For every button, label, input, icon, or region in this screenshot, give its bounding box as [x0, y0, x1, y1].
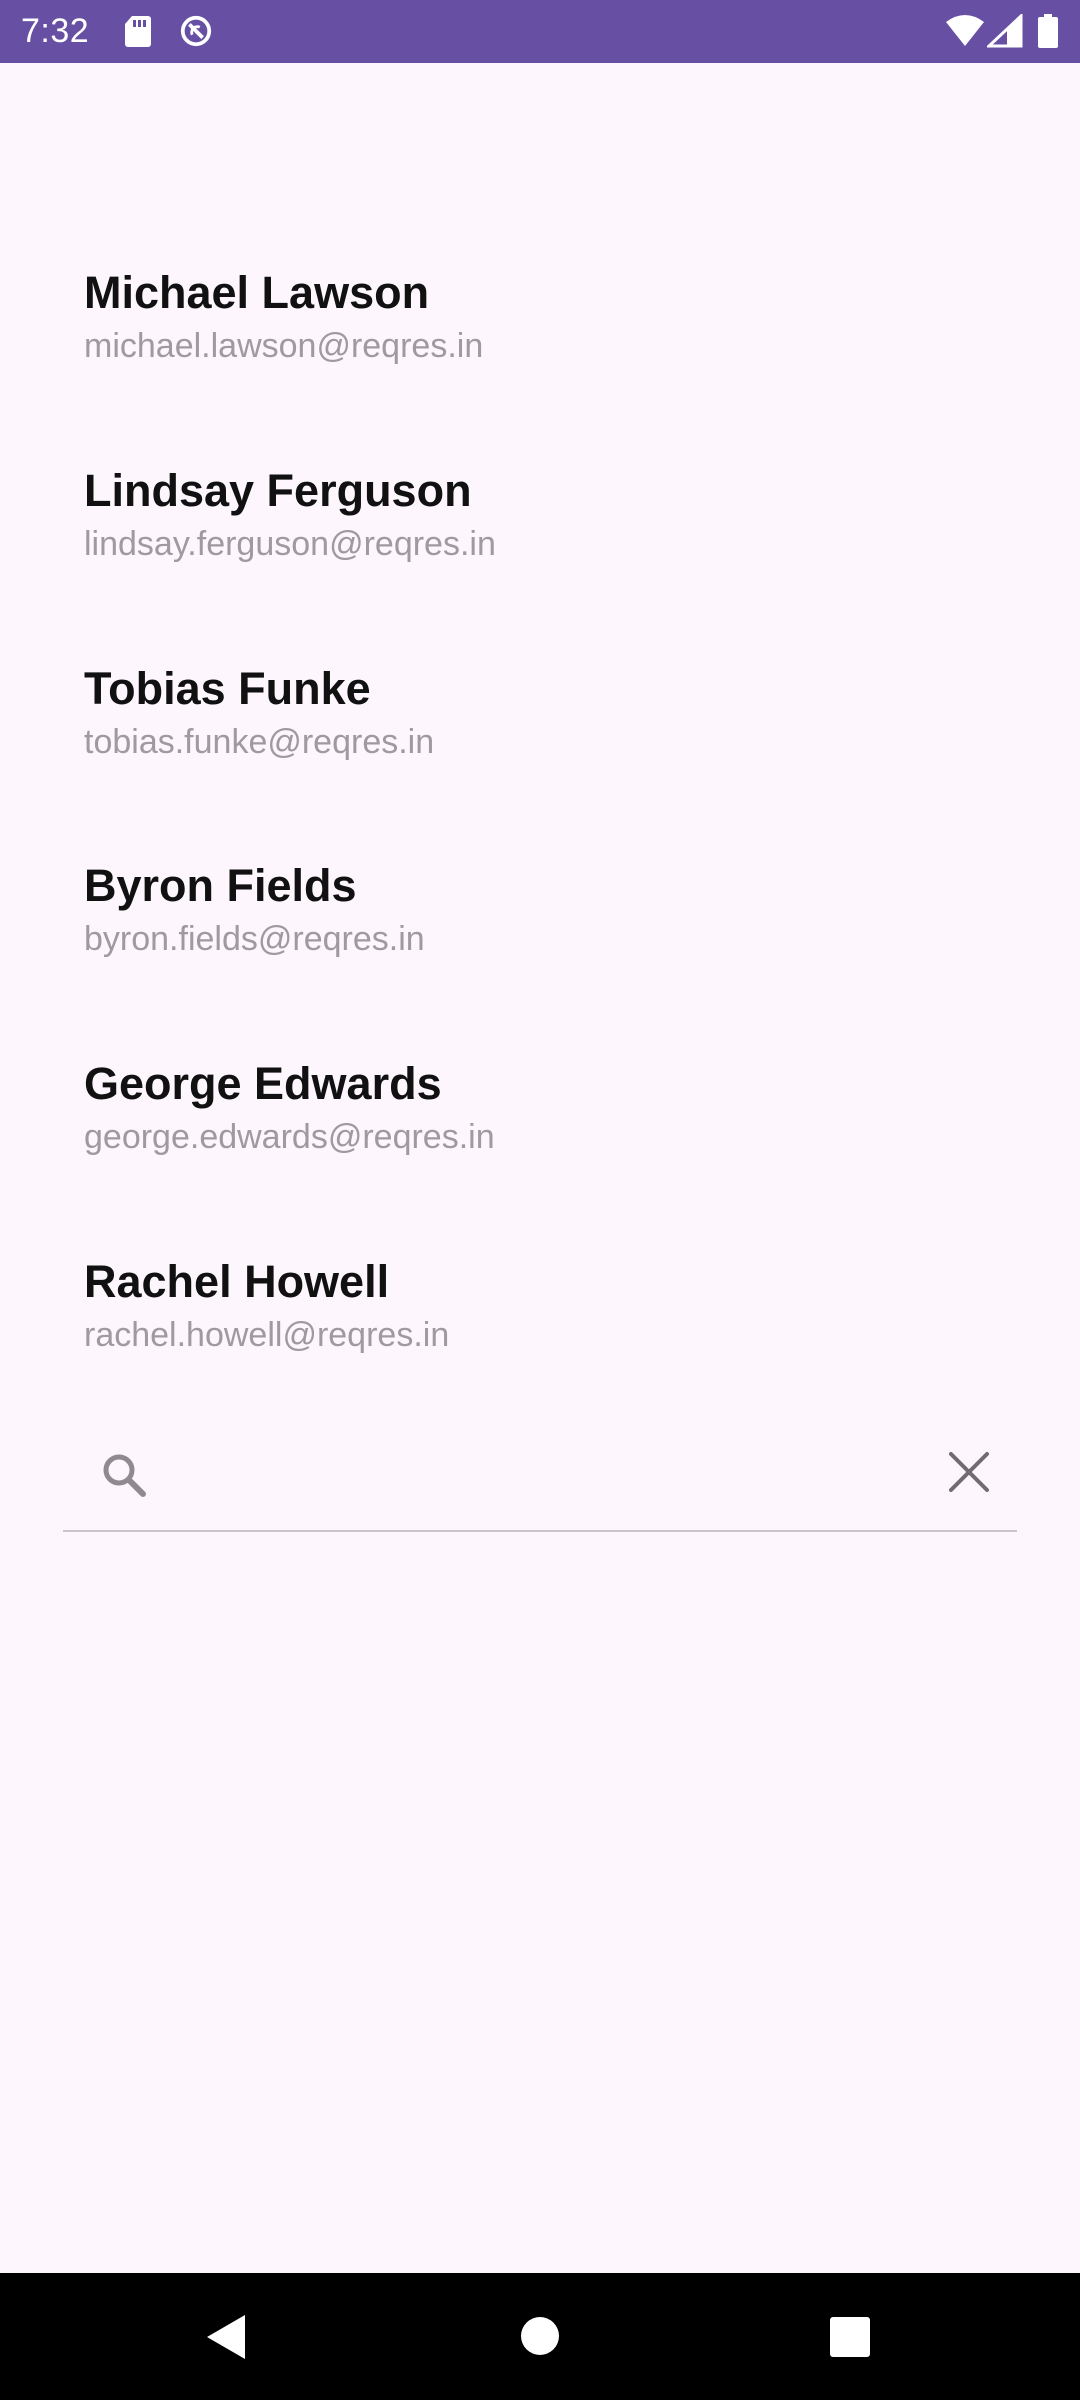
user-list-item[interactable]: Lindsay Ferguson lindsay.ferguson@reqres…: [84, 463, 984, 623]
signal-icon: [987, 14, 1023, 48]
back-icon[interactable]: [205, 2313, 247, 2361]
navigation-bar: [0, 2273, 1080, 2400]
user-email: byron.fields@reqres.in: [84, 920, 425, 958]
user-list-item[interactable]: Tobias Funke tobias.funke@reqres.in: [84, 661, 984, 821]
user-email: rachel.howell@reqres.in: [84, 1316, 450, 1354]
wifi-icon: [946, 15, 984, 46]
user-name: Tobias Funke: [84, 663, 371, 714]
battery-icon: [1038, 14, 1058, 48]
recents-icon[interactable]: [830, 2317, 870, 2357]
close-icon[interactable]: [943, 1446, 995, 1498]
search-field: [63, 1430, 1017, 1532]
home-icon[interactable]: [521, 2317, 559, 2355]
user-list-item[interactable]: George Edwards george.edwards@reqres.in: [84, 1056, 984, 1216]
search-icon[interactable]: [99, 1450, 149, 1500]
user-name: Byron Fields: [84, 860, 357, 911]
user-list-item[interactable]: Rachel Howell rachel.howell@reqres.in: [84, 1254, 984, 1414]
sd-card-icon: [125, 16, 151, 47]
user-name: Rachel Howell: [84, 1256, 390, 1307]
user-email: tobias.funke@reqres.in: [84, 723, 435, 761]
user-list-item[interactable]: Michael Lawson michael.lawson@reqres.in: [84, 265, 984, 425]
user-name: Michael Lawson: [84, 267, 430, 318]
user-email: george.edwards@reqres.in: [84, 1118, 495, 1156]
user-name: George Edwards: [84, 1058, 442, 1109]
search-input[interactable]: [173, 1440, 877, 1512]
user-list-item[interactable]: Byron Fields byron.fields@reqres.in: [84, 858, 984, 1018]
do-not-disturb-icon: [180, 15, 212, 47]
user-email: michael.lawson@reqres.in: [84, 327, 484, 365]
user-name: Lindsay Ferguson: [84, 465, 472, 516]
status-time: 7:32: [21, 12, 90, 50]
status-bar: 7:32: [0, 0, 1080, 63]
user-email: lindsay.ferguson@reqres.in: [84, 525, 496, 563]
